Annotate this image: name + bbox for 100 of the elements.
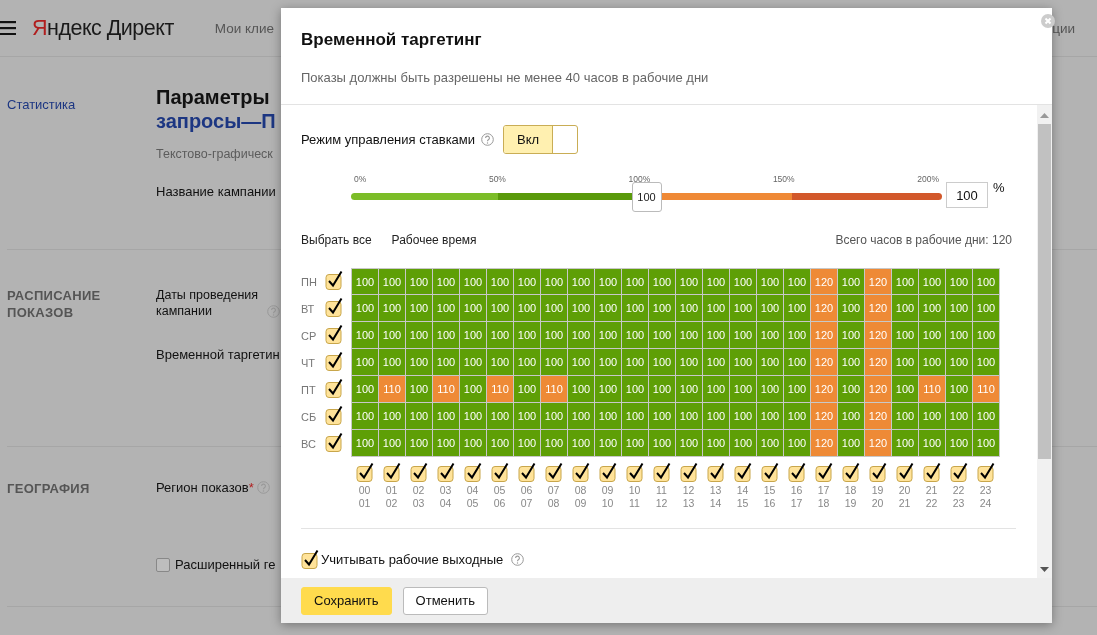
schedule-cell[interactable]: 100: [703, 430, 730, 457]
schedule-cell[interactable]: 100: [406, 349, 433, 376]
checkbox[interactable]: [382, 462, 401, 482]
schedule-cell[interactable]: 100: [352, 376, 379, 403]
schedule-cell[interactable]: 100: [892, 269, 919, 295]
schedule-cell[interactable]: 100: [433, 322, 460, 349]
percent-field[interactable]: 100: [946, 182, 988, 208]
schedule-cell[interactable]: 100: [946, 295, 973, 322]
checkbox[interactable]: [301, 549, 319, 569]
schedule-cell[interactable]: 100: [676, 376, 703, 403]
schedule-cell[interactable]: 100: [973, 295, 1000, 322]
schedule-cell[interactable]: 100: [703, 349, 730, 376]
checkbox[interactable]: [325, 296, 343, 317]
schedule-cell[interactable]: 120: [865, 349, 892, 376]
schedule-cell[interactable]: 100: [568, 269, 595, 295]
schedule-cell[interactable]: 100: [892, 376, 919, 403]
schedule-cell[interactable]: 100: [352, 269, 379, 295]
checkbox[interactable]: [436, 462, 455, 482]
schedule-cell[interactable]: 100: [406, 295, 433, 322]
checkbox[interactable]: [787, 462, 806, 482]
schedule-cell[interactable]: 100: [460, 376, 487, 403]
schedule-cell[interactable]: 100: [703, 403, 730, 430]
schedule-cell[interactable]: 110: [379, 376, 406, 403]
schedule-cell[interactable]: 100: [406, 403, 433, 430]
schedule-cell[interactable]: 100: [595, 430, 622, 457]
schedule-cell[interactable]: 100: [460, 403, 487, 430]
schedule-cell[interactable]: 120: [811, 349, 838, 376]
schedule-cell[interactable]: 100: [406, 376, 433, 403]
schedule-cell[interactable]: 100: [568, 295, 595, 322]
schedule-cell[interactable]: 100: [595, 269, 622, 295]
schedule-cell[interactable]: 100: [919, 349, 946, 376]
schedule-cell[interactable]: 100: [514, 322, 541, 349]
checkbox[interactable]: [868, 462, 887, 482]
schedule-cell[interactable]: 120: [865, 403, 892, 430]
checkbox[interactable]: [841, 462, 860, 482]
schedule-cell[interactable]: 100: [649, 430, 676, 457]
schedule-cell[interactable]: 100: [757, 430, 784, 457]
schedule-cell[interactable]: 100: [622, 430, 649, 457]
schedule-cell[interactable]: 100: [460, 269, 487, 295]
schedule-cell[interactable]: 110: [541, 376, 568, 403]
checkbox[interactable]: [463, 462, 482, 482]
schedule-cell[interactable]: 100: [892, 349, 919, 376]
schedule-cell[interactable]: 100: [703, 322, 730, 349]
schedule-cell[interactable]: 100: [892, 322, 919, 349]
schedule-cell[interactable]: 100: [838, 403, 865, 430]
schedule-cell[interactable]: 100: [568, 322, 595, 349]
schedule-cell[interactable]: 100: [784, 295, 811, 322]
schedule-cell[interactable]: 120: [865, 430, 892, 457]
nav-link[interactable]: ции: [1052, 20, 1075, 36]
sidebar-link[interactable]: Статистика: [7, 97, 76, 112]
checkbox[interactable]: [706, 462, 725, 482]
schedule-cell[interactable]: 100: [541, 349, 568, 376]
schedule-cell[interactable]: 100: [973, 322, 1000, 349]
schedule-cell[interactable]: 100: [541, 295, 568, 322]
checkbox[interactable]: [544, 462, 563, 482]
schedule-cell[interactable]: 100: [946, 349, 973, 376]
schedule-cell[interactable]: 100: [676, 430, 703, 457]
schedule-cell[interactable]: 100: [730, 430, 757, 457]
schedule-cell[interactable]: 100: [379, 403, 406, 430]
schedule-cell[interactable]: 100: [541, 269, 568, 295]
schedule-cell[interactable]: 100: [757, 376, 784, 403]
checkbox[interactable]: [679, 462, 698, 482]
schedule-cell[interactable]: 100: [487, 269, 514, 295]
schedule-cell[interactable]: 110: [973, 376, 1000, 403]
schedule-cell[interactable]: 100: [622, 322, 649, 349]
checkbox[interactable]: [325, 323, 343, 344]
schedule-cell[interactable]: 100: [568, 430, 595, 457]
schedule-cell[interactable]: 100: [919, 322, 946, 349]
schedule-cell[interactable]: 100: [487, 295, 514, 322]
schedule-cell[interactable]: 100: [757, 295, 784, 322]
schedule-cell[interactable]: 100: [649, 349, 676, 376]
schedule-cell[interactable]: 100: [622, 349, 649, 376]
schedule-cell[interactable]: 100: [973, 430, 1000, 457]
schedule-cell[interactable]: 100: [730, 376, 757, 403]
schedule-cell[interactable]: 100: [676, 403, 703, 430]
schedule-cell[interactable]: 100: [757, 269, 784, 295]
schedule-cell[interactable]: 110: [919, 376, 946, 403]
schedule-cell[interactable]: 100: [649, 376, 676, 403]
checkbox[interactable]: [625, 462, 644, 482]
schedule-cell[interactable]: 120: [811, 269, 838, 295]
checkbox[interactable]: [325, 269, 343, 290]
title-link[interactable]: запросы—П: [156, 109, 281, 133]
schedule-cell[interactable]: 100: [838, 430, 865, 457]
schedule-cell[interactable]: 100: [379, 430, 406, 457]
schedule-cell[interactable]: 100: [487, 349, 514, 376]
schedule-cell[interactable]: 100: [892, 430, 919, 457]
schedule-cell[interactable]: 100: [406, 322, 433, 349]
checkbox[interactable]: [760, 462, 779, 482]
schedule-cell[interactable]: 100: [433, 403, 460, 430]
schedule-cell[interactable]: 100: [649, 322, 676, 349]
save-button[interactable]: Сохранить: [301, 586, 392, 615]
schedule-cell[interactable]: 110: [487, 376, 514, 403]
schedule-cell[interactable]: 100: [838, 295, 865, 322]
schedule-cell[interactable]: 100: [460, 295, 487, 322]
schedule-cell[interactable]: 100: [568, 349, 595, 376]
schedule-cell[interactable]: 100: [406, 269, 433, 295]
schedule-cell[interactable]: 120: [865, 376, 892, 403]
schedule-cell[interactable]: 100: [838, 349, 865, 376]
checkbox[interactable]: [325, 404, 343, 425]
schedule-cell[interactable]: 100: [784, 376, 811, 403]
